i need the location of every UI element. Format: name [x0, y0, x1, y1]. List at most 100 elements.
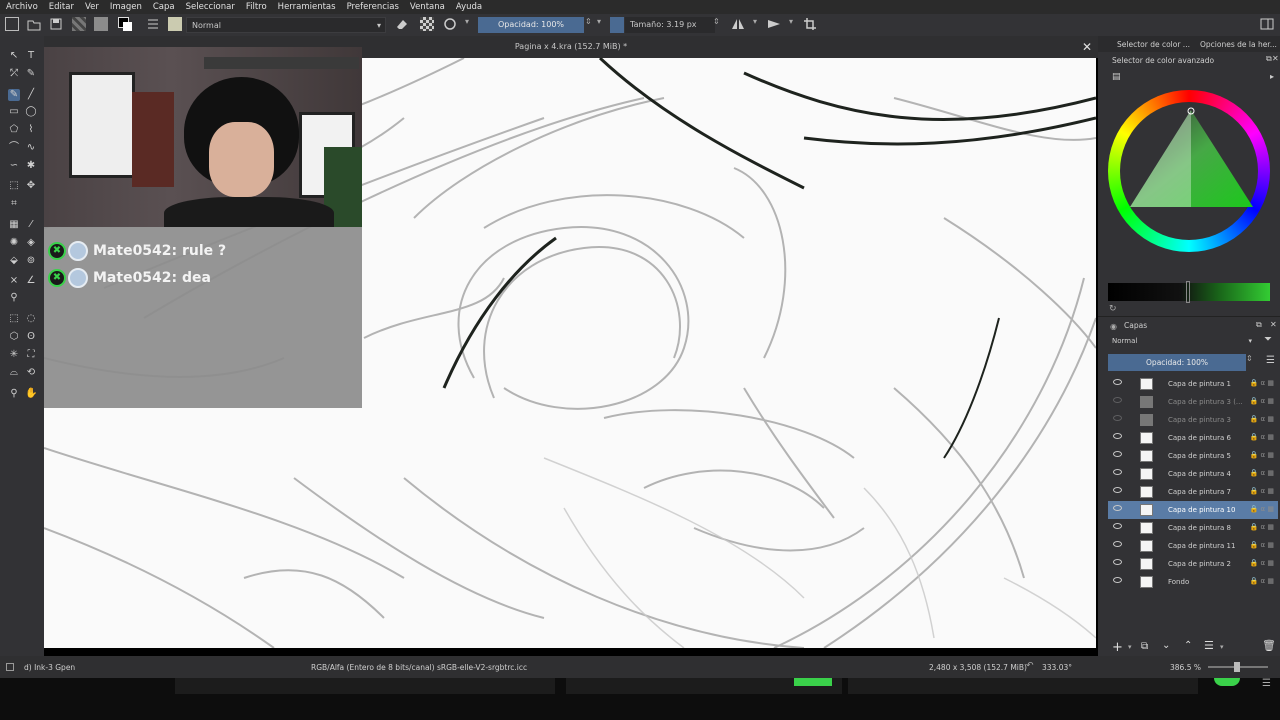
layer-lock-alpha-icons[interactable]: 🔒 α ▦ — [1250, 523, 1274, 531]
freehand-path-icon[interactable]: ∿ — [25, 142, 37, 154]
save-icon[interactable] — [49, 17, 63, 31]
move-layer-up-icon[interactable]: ⌃ — [1184, 640, 1192, 651]
color-picker-icon[interactable]: ⁄ — [25, 219, 37, 231]
opacity-slider[interactable]: Opacidad: 100% — [478, 17, 584, 33]
move-layer-down-icon[interactable]: ⌄ — [1162, 640, 1170, 651]
workspace-icon[interactable] — [1260, 17, 1274, 31]
bezier-tool-icon[interactable]: ⌒ — [8, 142, 20, 154]
layer-row[interactable]: Capa de pintura 10 🔒 α ▦ — [1108, 501, 1278, 519]
move-tool-icon[interactable]: ✥ — [25, 180, 37, 192]
saturation-value-triangle[interactable] — [1108, 90, 1270, 252]
contiguous-select-icon[interactable]: ✳ — [8, 349, 20, 361]
polygon-select-icon[interactable]: ⬡ — [8, 331, 20, 343]
layer-row[interactable]: Capa de pintura 4 🔒 α ▦ — [1108, 465, 1278, 483]
layer-lock-alpha-icons[interactable]: 🔒 α ▦ — [1250, 559, 1274, 567]
menu-item-5[interactable]: Seleccionar — [180, 0, 240, 14]
brush-preset-icon[interactable] — [168, 17, 182, 31]
close-icon[interactable]: ✕ — [1082, 40, 1092, 54]
magnetic-select-icon[interactable]: ⟲ — [25, 367, 37, 379]
float-panel-icon[interactable]: ⧉ — [1266, 54, 1272, 64]
gradient-tool-icon[interactable]: ▦ — [8, 219, 20, 231]
smart-patch-icon[interactable]: ✺ — [8, 237, 20, 249]
duplicate-layer-icon[interactable]: ⧉ — [1141, 641, 1148, 652]
freehand-brush-icon[interactable]: ✎ — [8, 89, 20, 101]
mirror-vertical-icon[interactable] — [767, 17, 781, 31]
visibility-eye-icon[interactable] — [1113, 559, 1122, 565]
layer-lock-alpha-icons[interactable]: 🔒 α ▦ — [1250, 415, 1274, 423]
ellipse-tool-icon[interactable]: ◯ — [25, 106, 37, 118]
eraser-icon[interactable] — [395, 17, 409, 31]
mirror-h-dropdown-icon[interactable]: ▾ — [753, 17, 767, 31]
calligraphy-icon[interactable]: ✎ — [25, 68, 37, 80]
menu-item-0[interactable]: Archivo — [0, 0, 43, 14]
layer-lock-alpha-icons[interactable]: 🔒 α ▦ — [1250, 379, 1274, 387]
dropdown-arrow-icon[interactable]: ▾ — [465, 17, 479, 31]
layer-row[interactable]: Capa de pintura 8 🔒 α ▦ — [1108, 519, 1278, 537]
rotation-value[interactable]: 333.03° — [1042, 663, 1072, 672]
brush-settings-icon[interactable] — [146, 17, 160, 31]
zoom-value[interactable]: 386.5 % — [1170, 663, 1201, 672]
menu-item-8[interactable]: Preferencias — [341, 0, 404, 14]
float-layers-icon[interactable]: ⧉ — [1256, 320, 1262, 330]
menu-item-7[interactable]: Herramientas — [272, 0, 341, 14]
color-swatch-icon[interactable] — [118, 17, 132, 31]
transform-tool-icon[interactable]: ⬚ — [8, 180, 20, 192]
size-spin-icon[interactable]: ⇕ — [713, 17, 727, 31]
layer-row[interactable]: Capa de pintura 5 🔒 α ▦ — [1108, 447, 1278, 465]
add-layer-dropdown-icon[interactable]: ▾ — [1128, 643, 1132, 651]
dynamic-brush-icon[interactable]: ∽ — [8, 160, 20, 172]
color-settings-icon[interactable]: ▤ — [1112, 72, 1121, 82]
layer-lock-alpha-icons[interactable]: 🔒 α ▦ — [1250, 577, 1274, 585]
pattern-preset-icon[interactable] — [94, 17, 108, 31]
zoom-slider-handle[interactable] — [1234, 662, 1240, 672]
layer-lock-alpha-icons[interactable]: 🔒 α ▦ — [1250, 505, 1274, 513]
rect-select-icon[interactable]: ⬚ — [8, 313, 20, 325]
opacity-dropdown-icon[interactable]: ▾ — [597, 17, 611, 31]
mirror-v-dropdown-icon[interactable]: ▾ — [789, 17, 803, 31]
layer-properties-icon[interactable]: ☰ — [1204, 639, 1214, 652]
layer-properties-dropdown-icon[interactable]: ▾ — [1220, 643, 1224, 651]
filter-icon[interactable]: ⏷ — [1264, 334, 1272, 345]
add-layer-icon[interactable]: + — [1112, 640, 1123, 655]
new-document-icon[interactable] — [5, 17, 19, 31]
similar-select-icon[interactable]: ⛶ — [25, 349, 37, 361]
tab-tool-options[interactable]: Opciones de la her... — [1200, 40, 1277, 49]
visibility-eye-icon[interactable] — [1113, 577, 1122, 583]
menu-item-1[interactable]: Editar — [43, 0, 79, 14]
layer-row[interactable]: Capa de pintura 7 🔒 α ▦ — [1108, 483, 1278, 501]
taskbar-menu-icon[interactable]: ☰ — [1262, 678, 1271, 689]
current-brush[interactable]: d) Ink-3 Gpen — [24, 663, 75, 672]
visibility-eye-icon[interactable] — [1113, 397, 1122, 403]
select-icon[interactable]: ↖ — [8, 50, 20, 62]
polygon-tool-icon[interactable]: ⬠ — [8, 124, 20, 136]
menu-item-2[interactable]: Ver — [79, 0, 104, 14]
ellipse-select-icon[interactable]: ◌ — [25, 313, 37, 325]
line-tool-icon[interactable]: ╱ — [25, 89, 37, 101]
edit-shapes-icon[interactable]: ⤱ — [8, 68, 20, 80]
open-folder-icon[interactable] — [27, 17, 41, 31]
close-panel-icon[interactable]: ✕ — [1272, 54, 1279, 63]
mirror-horizontal-icon[interactable] — [731, 17, 745, 31]
delete-layer-icon[interactable]: 🗑 — [1262, 639, 1276, 652]
visibility-eye-icon[interactable] — [1113, 379, 1122, 385]
visibility-eye-icon[interactable] — [1113, 469, 1122, 475]
reference-tool-icon[interactable]: ⚲ — [8, 292, 20, 304]
menu-item-10[interactable]: Ayuda — [450, 0, 487, 14]
wrap-around-icon[interactable] — [803, 17, 817, 31]
size-slider-fill[interactable] — [610, 17, 624, 33]
layer-row[interactable]: Fondo 🔒 α ▦ — [1108, 573, 1278, 591]
tab-color-selector[interactable]: Selector de color ... — [1117, 40, 1190, 49]
gradient-preset-icon[interactable] — [72, 17, 86, 31]
enclose-fill-icon[interactable]: ⊚ — [25, 255, 37, 267]
size-slider[interactable]: Tamaño: 3.19 px — [625, 17, 715, 33]
layer-lock-alpha-icons[interactable]: 🔒 α ▦ — [1250, 541, 1274, 549]
assistant-tool-icon[interactable]: ⨯ — [8, 275, 20, 287]
rectangle-tool-icon[interactable]: ▭ — [8, 106, 20, 118]
visibility-eye-icon[interactable] — [1113, 415, 1122, 421]
layer-row[interactable]: Capa de pintura 2 🔒 α ▦ — [1108, 555, 1278, 573]
layer-row[interactable]: Capa de pintura 6 🔒 α ▦ — [1108, 429, 1278, 447]
layer-lock-alpha-icons[interactable]: 🔒 α ▦ — [1250, 433, 1274, 441]
fill-tool-icon[interactable]: ◈ — [25, 237, 37, 249]
polyline-tool-icon[interactable]: ⌇ — [25, 124, 37, 136]
zoom-tool-icon[interactable]: ⚲ — [8, 388, 20, 400]
